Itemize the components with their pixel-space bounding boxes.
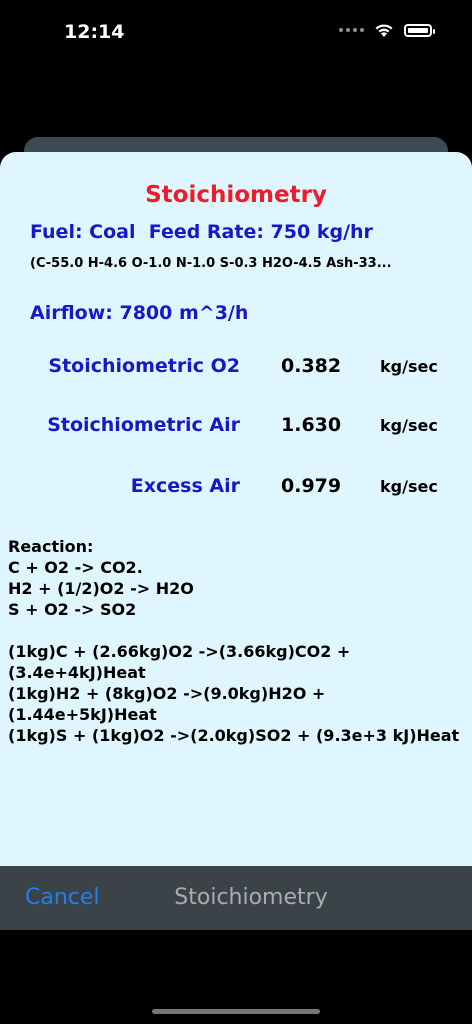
wifi-icon bbox=[375, 24, 393, 37]
reaction-line: Reaction: bbox=[8, 537, 94, 556]
result-label: Stoichiometric O2 bbox=[48, 355, 240, 377]
airflow: Airflow: 7800 m^3/h bbox=[30, 302, 249, 324]
battery-icon bbox=[404, 23, 435, 37]
sheet-title: Stoichiometry bbox=[145, 182, 327, 208]
result-row-stoichiometric-air: Stoichiometric Air 1.630 kg/sec bbox=[0, 414, 472, 444]
reaction-text: Reaction: C + O2 -> CO2. H2 + (1/2)O2 ->… bbox=[8, 536, 468, 746]
result-label: Stoichiometric Air bbox=[47, 414, 240, 436]
cancel-button[interactable]: Cancel bbox=[25, 885, 100, 910]
reaction-line: (1kg)H2 + (8kg)O2 ->(9.0kg)H2O + bbox=[8, 684, 326, 703]
result-value: 0.382 bbox=[281, 355, 342, 377]
reaction-line: S + O2 -> SO2 bbox=[8, 600, 137, 619]
result-label: Excess Air bbox=[130, 475, 240, 497]
cellular-dots-icon bbox=[339, 28, 364, 32]
screen: 12:14 Stoichiometry Fuel: Coal Feed Rate… bbox=[0, 0, 472, 1024]
stoichiometry-sheet: Stoichiometry Fuel: Coal Feed Rate: 750 … bbox=[0, 152, 472, 930]
bottom-toolbar: Stoichiometry Cancel bbox=[0, 866, 472, 930]
reaction-line: C + O2 -> CO2. bbox=[8, 558, 143, 577]
reaction-line: (1kg)S + (1kg)O2 ->(2.0kg)SO2 + (9.3e+3 … bbox=[8, 726, 460, 745]
status-icons bbox=[339, 22, 435, 38]
fuel-composition: (C-55.0 H-4.6 O-1.0 N-1.0 S-0.3 H2O-4.5 … bbox=[30, 256, 392, 271]
home-indicator[interactable] bbox=[152, 1009, 320, 1014]
result-row-stoichiometric-o2: Stoichiometric O2 0.382 kg/sec bbox=[0, 355, 472, 385]
reaction-line: (1.44e+5kJ)Heat bbox=[8, 705, 157, 724]
status-time: 12:14 bbox=[64, 21, 125, 43]
reaction-line: H2 + (1/2)O2 -> H2O bbox=[8, 579, 194, 598]
result-value: 1.630 bbox=[281, 414, 342, 436]
reaction-line: (3.4e+4kJ)Heat bbox=[8, 663, 146, 682]
result-unit: kg/sec bbox=[380, 477, 438, 496]
reaction-spacer bbox=[8, 620, 468, 641]
result-value: 0.979 bbox=[281, 475, 342, 497]
result-unit: kg/sec bbox=[380, 357, 438, 376]
reaction-line: (1kg)C + (2.66kg)O2 ->(3.66kg)CO2 + bbox=[8, 642, 351, 661]
result-row-excess-air: Excess Air 0.979 kg/sec bbox=[0, 475, 472, 505]
fuel-feed-rate: Fuel: Coal Feed Rate: 750 kg/hr bbox=[30, 221, 373, 243]
result-unit: kg/sec bbox=[380, 416, 438, 435]
